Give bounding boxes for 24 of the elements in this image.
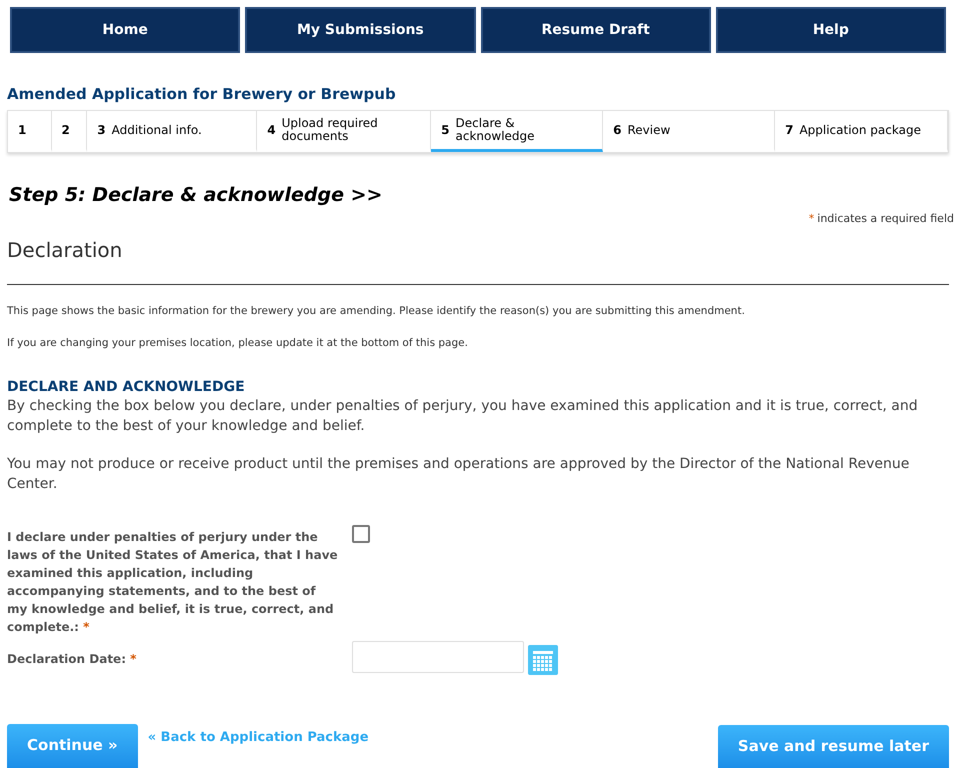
declaration-text: You may not produce or receive product until the premises and operations are approved by the Director of the National Revenue Center. xyxy=(6,454,910,494)
intro-text: If you are changing your premises location, please update it at the bottom of this page. xyxy=(6,336,469,350)
application-title: Amended Application for Brewery or Brewpub xyxy=(6,84,397,104)
step-tab[interactable]: 6 Review xyxy=(603,111,776,152)
declare-heading: DECLARE AND ACKNOWLEDGE xyxy=(6,378,246,396)
step-tab[interactable]: 7 Application package xyxy=(775,111,948,152)
nav-tab[interactable]: Resume Draft xyxy=(480,7,711,53)
nav-tab[interactable]: My Submissions xyxy=(245,7,476,53)
required-note: indicates a required field xyxy=(817,211,954,227)
intro-text: This page shows the basic information for the brewery you are amending. Please identify the reason(s) you are submitting this amendment. xyxy=(6,304,746,318)
declaration-text: By checking the box below you declare, under penalties of perjury, you have examined this application and it is true, correct, and complete to the best of your knowledge and belief. xyxy=(6,396,919,436)
step-heading: Step 5: Declare & acknowledge >> xyxy=(8,183,384,207)
step-tab[interactable]: 2 xyxy=(52,111,88,152)
date-field[interactable] xyxy=(352,640,524,672)
checkbox[interactable] xyxy=(352,524,370,542)
field-label: Declaration Date: * xyxy=(7,652,136,666)
calendar-icon[interactable] xyxy=(528,644,558,674)
step-tab[interactable]: 1 xyxy=(8,111,52,152)
required-mark: * xyxy=(808,211,814,227)
nav-tab[interactable]: Help xyxy=(716,7,946,53)
nav-tab[interactable]: Home xyxy=(10,7,240,53)
step-tab[interactable]: 3 Additional info. xyxy=(87,111,258,152)
field-label: I declare under penalties of perjury under the laws of the United States of America, that I have examined this application, including accompanying statements, and to the best of my knowledge and belief, it is true, correct, and complete.: * xyxy=(7,530,338,634)
section-title: Declaration xyxy=(6,236,124,264)
